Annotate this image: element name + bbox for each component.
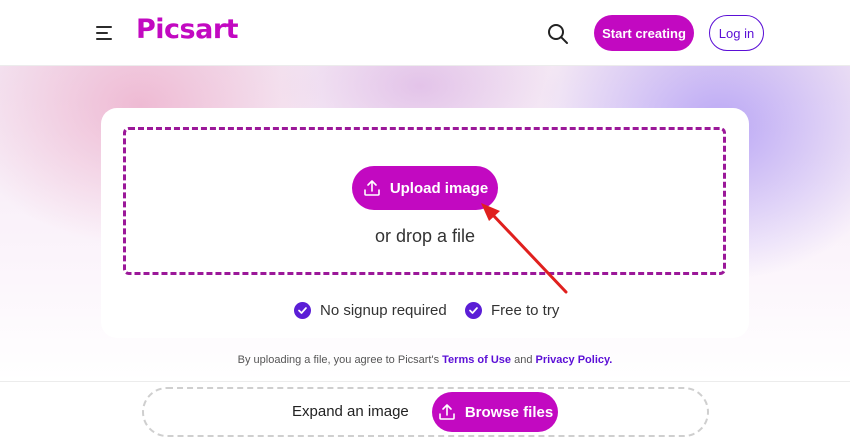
upload-image-button[interactable]: Upload image [352,166,498,210]
login-button[interactable]: Log in [709,15,764,51]
browse-files-button[interactable]: Browse files [432,392,558,432]
terms-prefix: By uploading a file, you agree to Picsar… [237,354,440,366]
feature-free-to-try: Free to try [465,300,559,320]
start-creating-button[interactable]: Start creating [594,15,694,51]
picsart-logo[interactable]: Picsart [136,14,239,45]
upload-icon [364,180,380,196]
feature-label: No signup required [320,301,447,319]
bottom-dropzone[interactable] [142,387,709,437]
feature-no-signup: No signup required [294,300,447,320]
terms-notice: By uploading a file, you agree to Picsar… [0,354,850,366]
menu-icon[interactable] [96,26,113,40]
check-icon [294,301,311,319]
search-icon[interactable] [546,22,570,46]
top-navbar: Picsart Start creating Log in [0,0,850,66]
check-icon [465,301,482,319]
upload-image-label: Upload image [389,179,489,197]
upload-icon [439,404,455,420]
feature-label: Free to try [491,301,560,319]
browse-files-label: Browse files [464,403,554,421]
terms-connector: and [514,354,533,366]
expand-image-text: Expand an image [292,403,409,420]
privacy-policy-link[interactable]: Privacy Policy. [536,354,613,366]
drop-file-text: or drop a file [374,226,476,246]
terms-of-use-link[interactable]: Terms of Use [442,354,511,366]
